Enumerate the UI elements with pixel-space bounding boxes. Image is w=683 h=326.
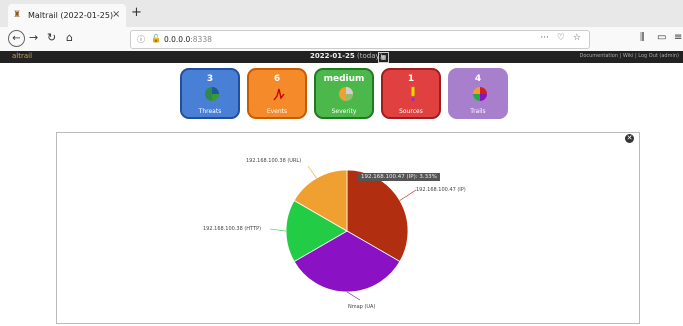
back-arrow-icon[interactable]: ←: [8, 30, 25, 47]
header-links[interactable]: Documentation | Wiki | Log Out (admin): [579, 53, 679, 59]
library-icon[interactable]: ⫼: [640, 32, 645, 43]
date-display: 2022-01-25 (today): [310, 52, 382, 60]
reload-icon[interactable]: ↻: [47, 31, 56, 45]
pie-chart-icon: [205, 87, 219, 101]
insecure-lock-icon[interactable]: 🔓: [151, 34, 161, 43]
browser-tab-bar: ♜ Maltrail (2022-01-25) × +: [0, 0, 683, 27]
new-tab-icon[interactable]: +: [131, 6, 142, 19]
maltrail-logo[interactable]: altrail: [12, 52, 32, 60]
pie-chart-icon: [473, 87, 487, 101]
card-severity[interactable]: medium Severity: [314, 68, 374, 119]
card-label: Threats: [198, 108, 222, 115]
sidebar-icon[interactable]: ▭: [657, 32, 666, 43]
card-events[interactable]: 6 Events: [247, 68, 307, 119]
close-tab-icon[interactable]: ×: [112, 9, 120, 20]
url-text[interactable]: 0.0.0.0:8338: [164, 35, 212, 44]
forward-arrow-icon[interactable]: →: [29, 31, 38, 45]
date-value: 2022-01-25: [310, 52, 355, 60]
card-value: 4: [474, 74, 482, 84]
url-host: 0.0.0.0: [164, 35, 191, 44]
sparkline-icon: [273, 88, 285, 101]
tab-title: Maltrail (2022-01-25): [28, 11, 114, 20]
home-icon[interactable]: ⌂: [66, 31, 73, 45]
maltrail-favicon-icon: ♜: [13, 10, 22, 20]
card-label: Events: [266, 108, 288, 115]
calendar-icon[interactable]: ▦: [378, 52, 389, 63]
chart-panel: [56, 132, 640, 324]
bookmark-star-icon[interactable]: ☆: [573, 33, 581, 43]
card-label: Trails: [470, 108, 486, 115]
card-value: 1: [407, 74, 415, 84]
close-panel-icon[interactable]: ✕: [625, 134, 634, 143]
browser-tab[interactable]: ♜ Maltrail (2022-01-25) ×: [8, 4, 126, 27]
pie-tooltip: 192.168.100.47 (IP): 3.33%: [358, 173, 440, 181]
url-port: :8338: [190, 35, 212, 44]
app-header: altrail 2022-01-25 (today) ▦ Documentati…: [0, 51, 683, 63]
site-info-icon[interactable]: ⓘ: [137, 34, 145, 45]
menu-icon[interactable]: ≡: [674, 32, 682, 43]
card-label: Sources: [399, 108, 423, 115]
pie-label-url-38: 192.168.100.38 (URL): [246, 158, 302, 164]
card-label: Severity: [331, 108, 357, 115]
card-value: medium: [323, 74, 365, 84]
card-value: 3: [206, 74, 214, 84]
pie-chart-icon: [339, 87, 353, 101]
page-actions-icon[interactable]: ···: [540, 33, 549, 43]
card-sources[interactable]: 1 Sources: [381, 68, 441, 119]
pie-label-nmap: Nmap (UA): [348, 304, 376, 310]
pie-label-ip-47: 192.168.100.47 (IP): [416, 187, 466, 193]
card-trails[interactable]: 4 Trails: [448, 68, 508, 119]
pocket-icon[interactable]: ♡: [557, 33, 565, 43]
browser-nav-bar: ← → ↻ ⌂ ⓘ 🔓 0.0.0.0:8338 ··· ♡ ☆ ⫼ ▭ ≡: [0, 27, 683, 52]
exclamation-icon: [411, 86, 415, 101]
url-bar[interactable]: ⓘ 🔓 0.0.0.0:8338 ··· ♡ ☆: [130, 30, 590, 49]
card-threats[interactable]: 3 Threats: [180, 68, 240, 119]
card-value: 6: [273, 74, 281, 84]
pie-label-http-38: 192.168.100.38 (HTTP): [203, 226, 262, 232]
